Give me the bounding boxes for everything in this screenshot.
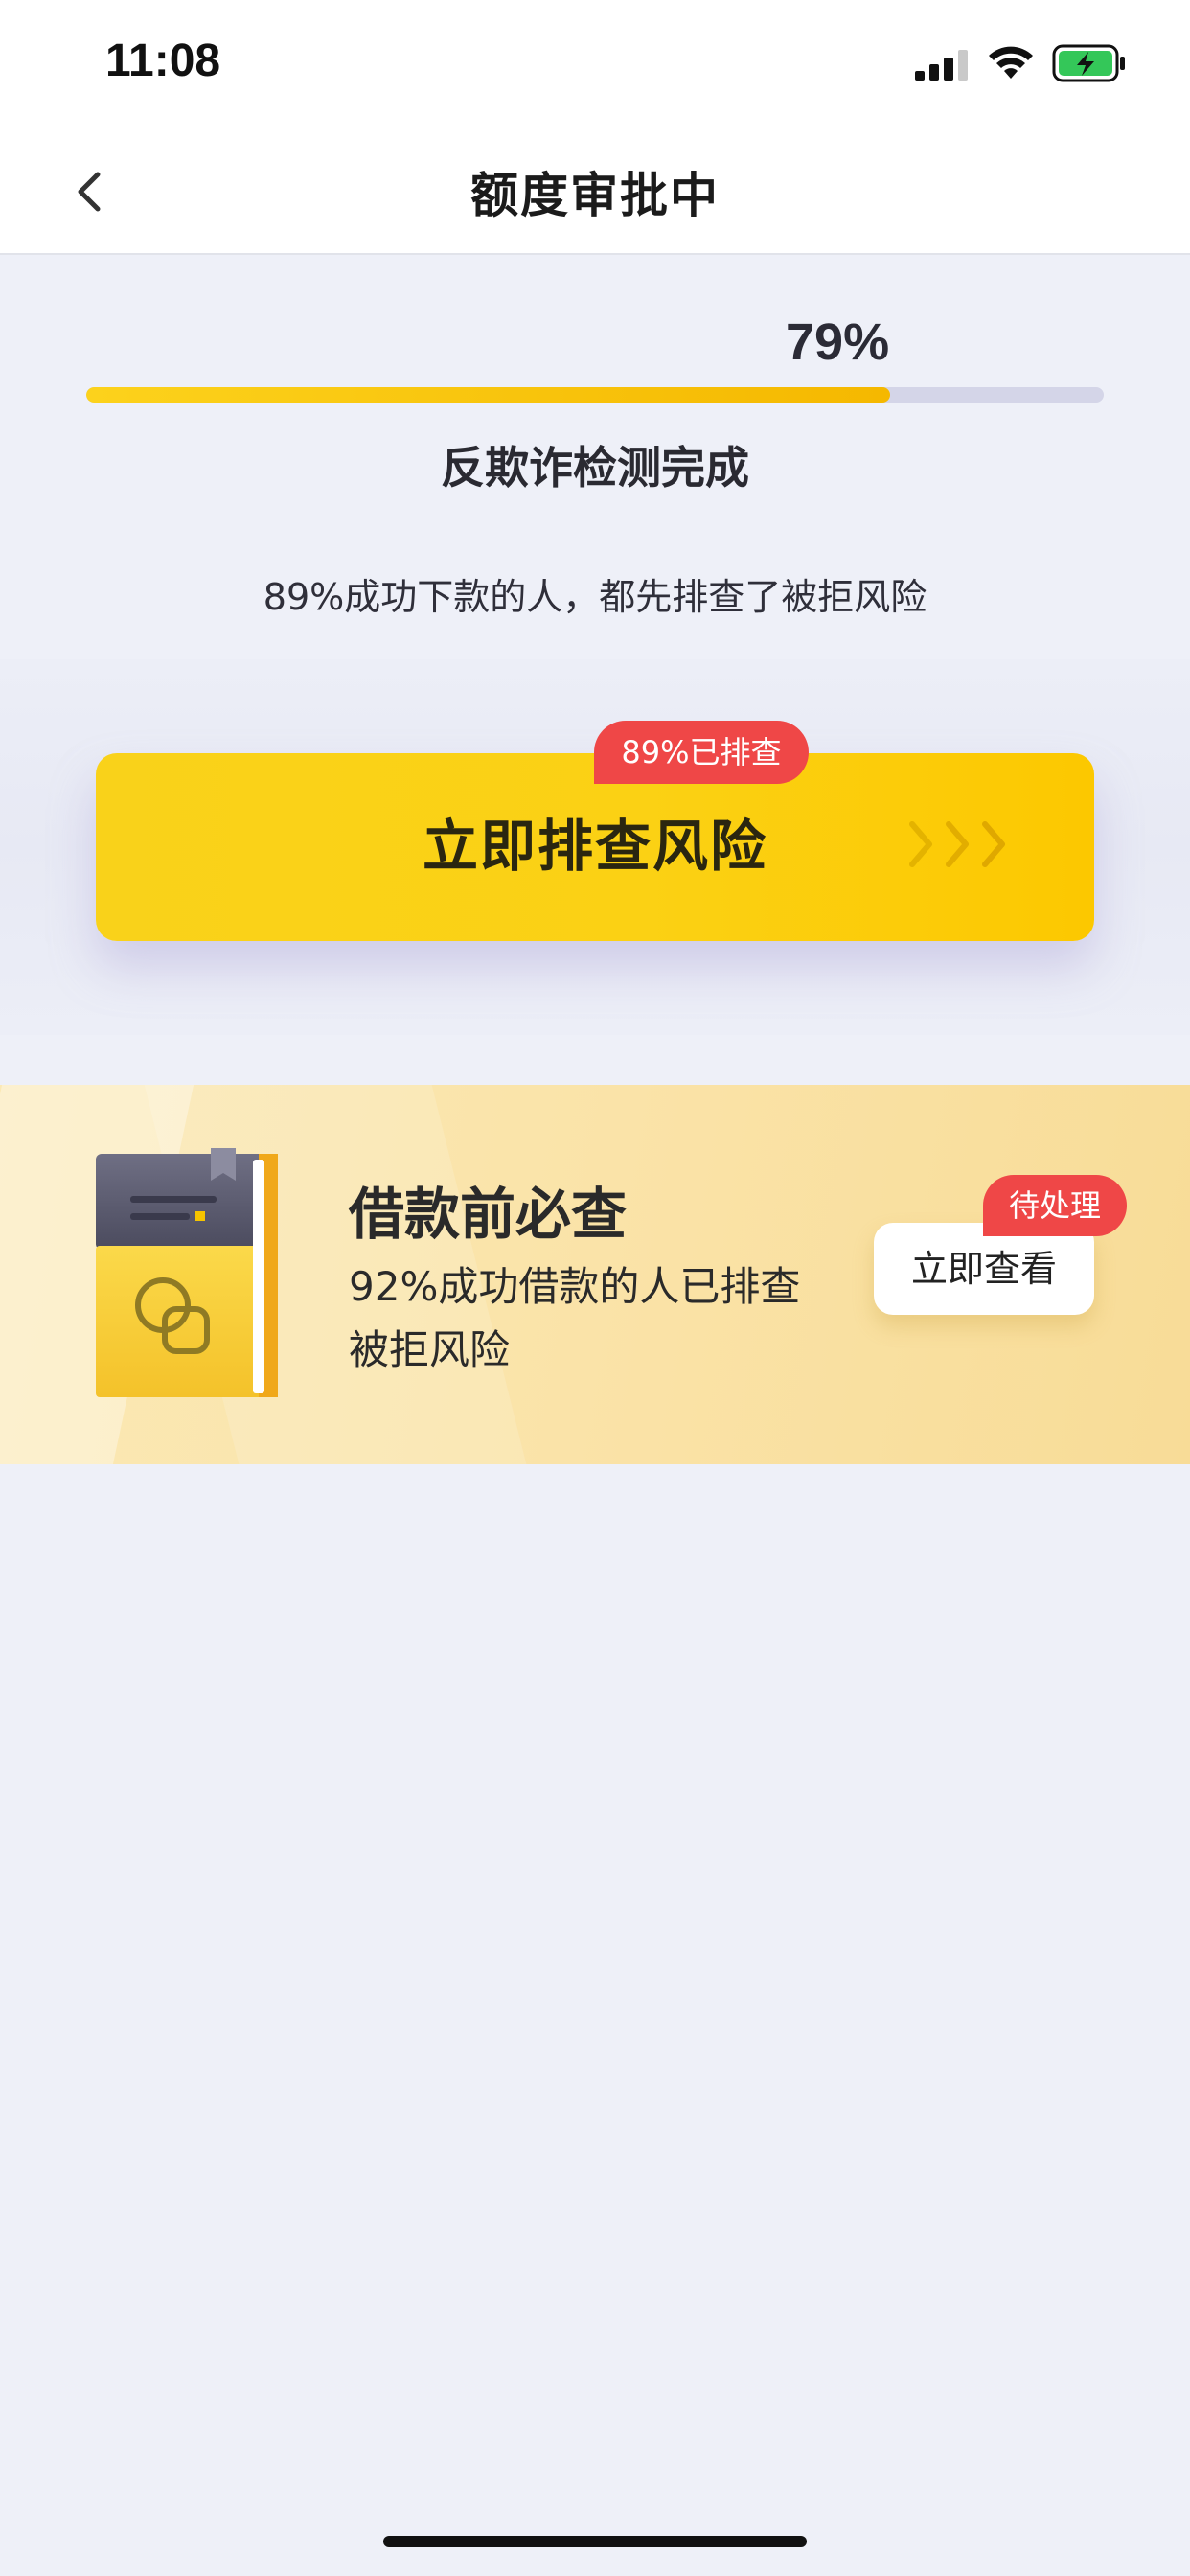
nav-bar: 额度审批中 [0, 134, 1190, 255]
status-bar: 11:08 [0, 0, 1190, 134]
signal-icon [915, 50, 968, 80]
view-now-button[interactable]: 立即查看 [874, 1223, 1094, 1315]
card-description-line: 被拒风险 [349, 1326, 511, 1373]
battery-charging-icon [1052, 44, 1125, 82]
pending-badge: 待处理 [983, 1175, 1127, 1236]
progress-status-text: 反欺诈检测完成 [441, 442, 749, 494]
card-description: 92%成功借款的人已排查 被拒风险 [349, 1255, 866, 1382]
progress-bar [86, 387, 1104, 402]
risk-hint-text: 89%成功下款的人，都先排查了被拒风险 [263, 576, 927, 618]
card-description-line: 92%成功借款的人已排查 [349, 1263, 801, 1310]
checked-percent-badge: 89%已排查 [594, 721, 809, 784]
status-time: 11:08 [105, 35, 221, 86]
card-title: 借款前必查 [349, 1182, 628, 1247]
book-icon [96, 1148, 278, 1397]
page-title: 额度审批中 [470, 168, 720, 223]
wifi-icon [989, 46, 1033, 79]
triple-chevron-right-icon [909, 821, 1005, 867]
progress-bar-fill [86, 387, 890, 402]
home-indicator [383, 2536, 807, 2547]
progress-percent: 79% [786, 313, 890, 371]
